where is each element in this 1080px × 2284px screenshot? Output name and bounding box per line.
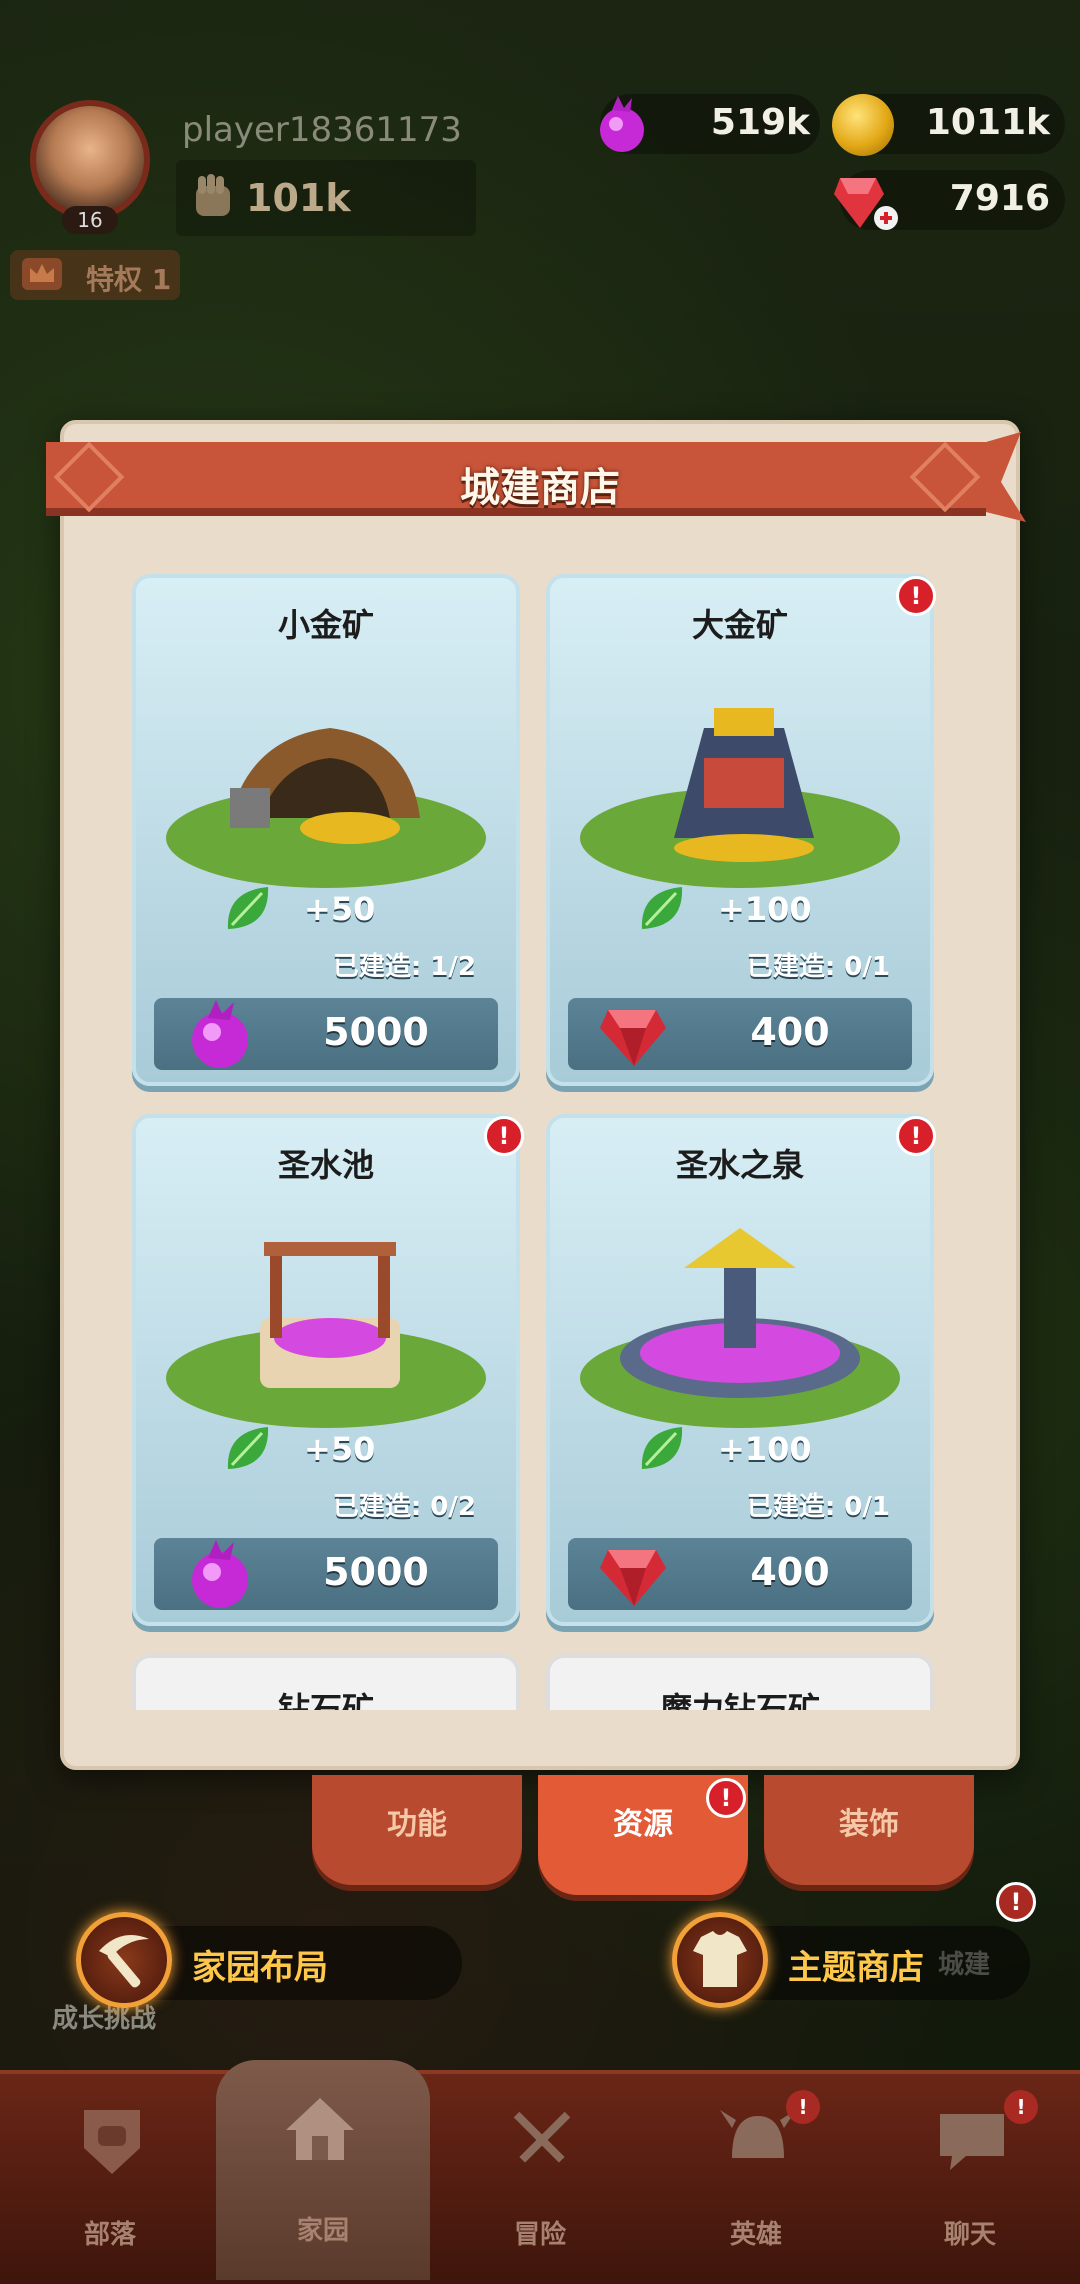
hero-alert-badge: ! — [786, 2090, 820, 2124]
nav-tribe[interactable]: 部落 — [30, 2080, 190, 2270]
gold-value: 1011k — [925, 102, 1050, 143]
tab-alert-badge: ! — [706, 1778, 746, 1818]
swords-icon — [513, 2111, 571, 2163]
home-layout-button[interactable] — [76, 1912, 172, 2008]
new-alert-badge: ! — [484, 1116, 524, 1156]
nav-label: 部落 — [83, 2220, 136, 2250]
leaf-icon — [641, 1427, 683, 1469]
nav-adventure[interactable]: 冒险 — [460, 2080, 620, 2270]
tab-label: 功能 — [387, 1807, 447, 1842]
elixir-icon — [192, 1000, 248, 1068]
leaf-icon — [227, 887, 269, 929]
leaf-icon — [227, 1427, 269, 1469]
price: 5000 — [323, 1010, 429, 1054]
built-count: 已建造: 0/2 — [332, 1492, 476, 1522]
gold-coin-icon — [832, 94, 894, 156]
item-name: 圣水池 — [277, 1146, 374, 1184]
gem-plus-icon[interactable] — [832, 172, 902, 234]
nav-home[interactable]: 家园 — [216, 2060, 430, 2280]
theme-shop-button[interactable] — [672, 1912, 768, 2008]
nav-label: 家园 — [296, 2216, 349, 2246]
home-icon — [286, 2098, 354, 2160]
built-count: 已建造: 0/1 — [746, 952, 890, 982]
shop-card-large-gold-mine[interactable]: 大金矿 +100 已建造: 0/1 400 — [546, 574, 934, 1086]
item-name: 魔力钻石矿 — [659, 1690, 820, 1710]
shop-card-small-gold-mine[interactable]: 小金矿 +50 已建造: 1/2 5000 — [132, 574, 520, 1086]
prosperity-bonus: +100 — [718, 890, 812, 928]
item-name: 小金矿 — [277, 606, 374, 644]
gem-icon — [600, 1550, 666, 1606]
tab-function[interactable]: 功能 — [312, 1775, 522, 1885]
gold-mine-small-image — [166, 728, 486, 888]
shop-card-elixir-fountain[interactable]: 圣水之泉 +100 已建造: 0/1 400 — [546, 1114, 934, 1626]
chat-alert-badge: ! — [1004, 2090, 1038, 2124]
nav-label: 聊天 — [943, 2220, 996, 2250]
gem-value: 7916 — [949, 178, 1050, 219]
chat-icon — [940, 2114, 1004, 2170]
price: 400 — [750, 1550, 830, 1594]
shop-scroll-area[interactable]: 小金矿 +50 已建造: 1/2 5000 大金矿 +100 已建造: 0/1 … — [72, 540, 1008, 1710]
pickaxe-icon — [99, 1935, 149, 1988]
prosperity-bonus: +50 — [304, 890, 376, 928]
home-layout-label[interactable]: 家园布局 — [192, 1940, 328, 1989]
power-value: 101k — [246, 176, 351, 220]
tab-label: 装饰 — [839, 1807, 899, 1842]
price: 5000 — [323, 1550, 429, 1594]
elixir-icon — [600, 96, 644, 152]
built-count: 已建造: 0/1 — [746, 1492, 890, 1522]
tshirt-icon — [693, 1931, 747, 1987]
privilege-label: 特权 1 — [86, 263, 172, 296]
elixir-pool-image — [166, 1242, 486, 1428]
elixir-icon — [192, 1540, 248, 1608]
shop-title: 城建商店 — [460, 465, 620, 511]
nav-label: 冒险 — [513, 2220, 566, 2250]
item-name: 钻石矿 — [277, 1690, 374, 1710]
item-name: 大金矿 — [691, 606, 788, 644]
player-level-badge: 16 — [62, 206, 118, 234]
leaf-icon — [641, 887, 683, 929]
tribe-icon — [84, 2110, 140, 2174]
nav-label: 英雄 — [729, 2220, 782, 2250]
gold-mine-large-image — [580, 708, 900, 888]
new-alert-badge: ! — [896, 576, 936, 616]
crown-icon — [22, 258, 62, 290]
built-count: 已建造: 1/2 — [332, 952, 476, 982]
build-alert-badge: ! — [996, 1882, 1036, 1922]
shop-card-magic-diamond-mine[interactable]: 魔力钻石矿 — [546, 1654, 934, 1710]
elixir-value: 519k — [710, 102, 810, 143]
shop-card-diamond-mine[interactable]: 钻石矿 — [132, 1654, 520, 1710]
fist-icon — [196, 174, 230, 216]
elixir-fountain-image — [580, 1228, 900, 1428]
prosperity-bonus: +100 — [718, 1430, 812, 1468]
shop-card-elixir-pool[interactable]: 圣水池 +50 已建造: 0/2 5000 — [132, 1114, 520, 1626]
prosperity-bonus: +50 — [304, 1430, 376, 1468]
tab-decoration[interactable]: 装饰 — [764, 1775, 974, 1885]
gem-icon — [600, 1010, 666, 1066]
price: 400 — [750, 1010, 830, 1054]
player-name: player18361173 — [182, 110, 462, 150]
player-avatar[interactable] — [30, 100, 150, 220]
theme-shop-label[interactable]: 主题商店 — [788, 1940, 924, 1989]
new-alert-badge: ! — [896, 1116, 936, 1156]
item-name: 圣水之泉 — [675, 1146, 804, 1184]
